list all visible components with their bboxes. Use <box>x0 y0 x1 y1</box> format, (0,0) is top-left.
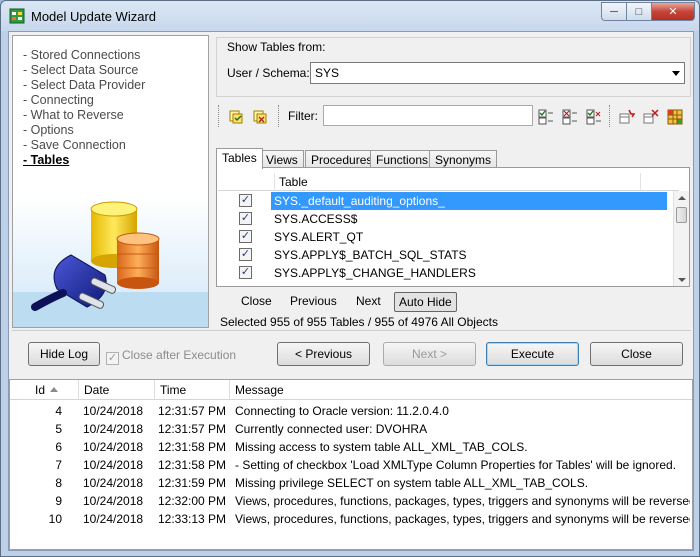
title-bar[interactable]: Model Update Wizard ─ □ ✕ <box>1 1 699 31</box>
column-header-id[interactable]: Id <box>10 380 79 400</box>
table-name: SYS._default_auditing_options_ <box>271 192 667 210</box>
next-button[interactable]: Next > <box>383 342 476 366</box>
list-actions: Close Previous Next Auto Hide <box>216 291 691 313</box>
log-row[interactable]: 7 10/24/2018 12:31:58 PM - Setting of ch… <box>10 456 692 474</box>
log-row[interactable]: 9 10/24/2018 12:32:00 PM Views, procedur… <box>10 492 692 510</box>
table-row[interactable]: ✓ SYS.ACCESS$ <box>218 210 679 228</box>
table-name: SYS.ACCESS$ <box>274 212 358 226</box>
table-name: SYS.APPLY$_CHANGE_HANDLERS <box>274 266 476 280</box>
close-after-execution-checkbox[interactable]: ✓ Close after Execution <box>106 348 236 365</box>
show-tables-group: Show Tables from: User / Schema: SYS <box>216 37 691 97</box>
grid-icon[interactable] <box>667 109 683 125</box>
wizard-client: - Stored Connections - Select Data Sourc… <box>8 31 694 551</box>
step-stored-connections[interactable]: - Stored Connections <box>23 48 145 63</box>
step-tables[interactable]: - Tables <box>23 153 145 168</box>
remove-table-icon[interactable] <box>643 109 659 125</box>
add-table-icon[interactable] <box>619 109 635 125</box>
step-save-connection[interactable]: - Save Connection <box>23 138 145 153</box>
log-row[interactable]: 5 10/24/2018 12:31:57 PM Currently conne… <box>10 420 692 438</box>
close-icon[interactable]: ✕ <box>651 2 695 21</box>
scroll-up-icon[interactable] <box>678 196 686 200</box>
step-select-data-source[interactable]: - Select Data Source <box>23 63 145 78</box>
execute-button[interactable]: Execute <box>486 342 579 366</box>
log-grid[interactable]: Id Date Time Message 4 10/24/2018 12:31:… <box>9 379 693 550</box>
row-checkbox[interactable]: ✓ <box>239 212 252 225</box>
maximize-icon[interactable]: □ <box>626 2 652 21</box>
wizard-steps-panel: - Stored Connections - Select Data Sourc… <box>12 35 209 328</box>
log-row[interactable]: 10 10/24/2018 12:33:13 PM Views, procedu… <box>10 510 692 528</box>
row-checkbox[interactable]: ✓ <box>239 194 252 207</box>
list-close-button[interactable]: Close <box>241 294 272 308</box>
checkbox-icon[interactable]: ✓ <box>106 352 119 365</box>
previous-button[interactable]: < Previous <box>277 342 370 366</box>
tab-functions[interactable]: Functions <box>370 150 435 168</box>
sort-ascending-icon <box>50 387 59 392</box>
filter-label: Filter: <box>288 109 318 123</box>
filter-input[interactable] <box>323 105 533 126</box>
row-checkbox[interactable]: ✓ <box>239 230 252 243</box>
log-row[interactable]: 4 10/24/2018 12:31:57 PM Connecting to O… <box>10 402 692 420</box>
table-name: SYS.ALERT_QT <box>274 230 364 244</box>
step-options[interactable]: - Options <box>23 123 145 138</box>
schema-select[interactable]: SYS <box>310 62 685 84</box>
app-database-icon <box>9 8 25 24</box>
list-previous-button[interactable]: Previous <box>290 294 337 308</box>
schema-label: User / Schema: <box>227 66 310 80</box>
table-row[interactable]: ✓ SYS.APPLY$_BATCH_SQL_STATS <box>218 246 679 264</box>
show-tables-label: Show Tables from: <box>227 40 326 54</box>
list-next-button[interactable]: Next <box>356 294 381 308</box>
table-name: SYS.APPLY$_BATCH_SQL_STATS <box>274 248 467 262</box>
tab-tables[interactable]: Tables <box>216 148 263 169</box>
window-title: Model Update Wizard <box>31 9 156 24</box>
tab-procedures[interactable]: Procedures <box>305 150 379 168</box>
uncheck-all-icon[interactable] <box>562 109 578 125</box>
column-header-table[interactable]: Table <box>274 173 640 191</box>
wizard-window: Model Update Wizard ─ □ ✕ - Stored Conne… <box>0 0 700 557</box>
auto-hide-button[interactable]: Auto Hide <box>394 292 457 312</box>
database-plug-icon <box>13 197 208 327</box>
log-row[interactable]: 8 10/24/2018 12:31:59 PM Missing privile… <box>10 474 692 492</box>
select-all-icon[interactable] <box>228 109 244 125</box>
close-button[interactable]: Close <box>590 342 683 366</box>
table-row[interactable]: ✓ SYS._default_auditing_options_ <box>218 192 679 210</box>
table-row[interactable]: ✓ SYS.APPLY$_CHANGE_HANDLERS <box>218 264 679 282</box>
scroll-thumb[interactable] <box>676 207 687 223</box>
close-after-execution-label: Close after Execution <box>122 348 237 362</box>
log-header: Id Date Time Message <box>10 380 692 400</box>
column-header-message[interactable]: Message <box>230 380 692 400</box>
selection-summary: Selected 955 of 955 Tables / 955 of 4976… <box>220 315 498 329</box>
invert-check-icon[interactable] <box>586 109 602 125</box>
row-checkbox[interactable]: ✓ <box>239 266 252 279</box>
check-all-icon[interactable] <box>538 109 554 125</box>
deselect-icon[interactable] <box>252 109 268 125</box>
chevron-down-icon[interactable] <box>672 71 680 76</box>
tab-views[interactable]: Views <box>260 150 304 168</box>
table-list[interactable]: Table ✓ SYS._default_auditing_options_ ✓… <box>216 167 690 287</box>
step-what-to-reverse[interactable]: - What to Reverse <box>23 108 145 123</box>
table-list-header: Table <box>218 173 679 191</box>
column-header-date[interactable]: Date <box>79 380 155 400</box>
column-header-time[interactable]: Time <box>155 380 230 400</box>
step-connecting[interactable]: - Connecting <box>23 93 145 108</box>
schema-value: SYS <box>315 66 340 80</box>
minimize-icon[interactable]: ─ <box>601 2 627 21</box>
table-toolbar: Filter: <box>216 100 691 132</box>
log-row[interactable]: 6 10/24/2018 12:31:58 PM Missing access … <box>10 438 692 456</box>
scroll-down-icon[interactable] <box>678 278 686 282</box>
table-list-scrollbar[interactable] <box>673 191 689 286</box>
table-row[interactable]: ✓ SYS.ALERT_QT <box>218 228 679 246</box>
hide-log-button[interactable]: Hide Log <box>28 342 100 366</box>
step-select-data-provider[interactable]: - Select Data Provider <box>23 78 145 93</box>
tab-synonyms[interactable]: Synonyms <box>429 150 498 168</box>
row-checkbox[interactable]: ✓ <box>239 248 252 261</box>
